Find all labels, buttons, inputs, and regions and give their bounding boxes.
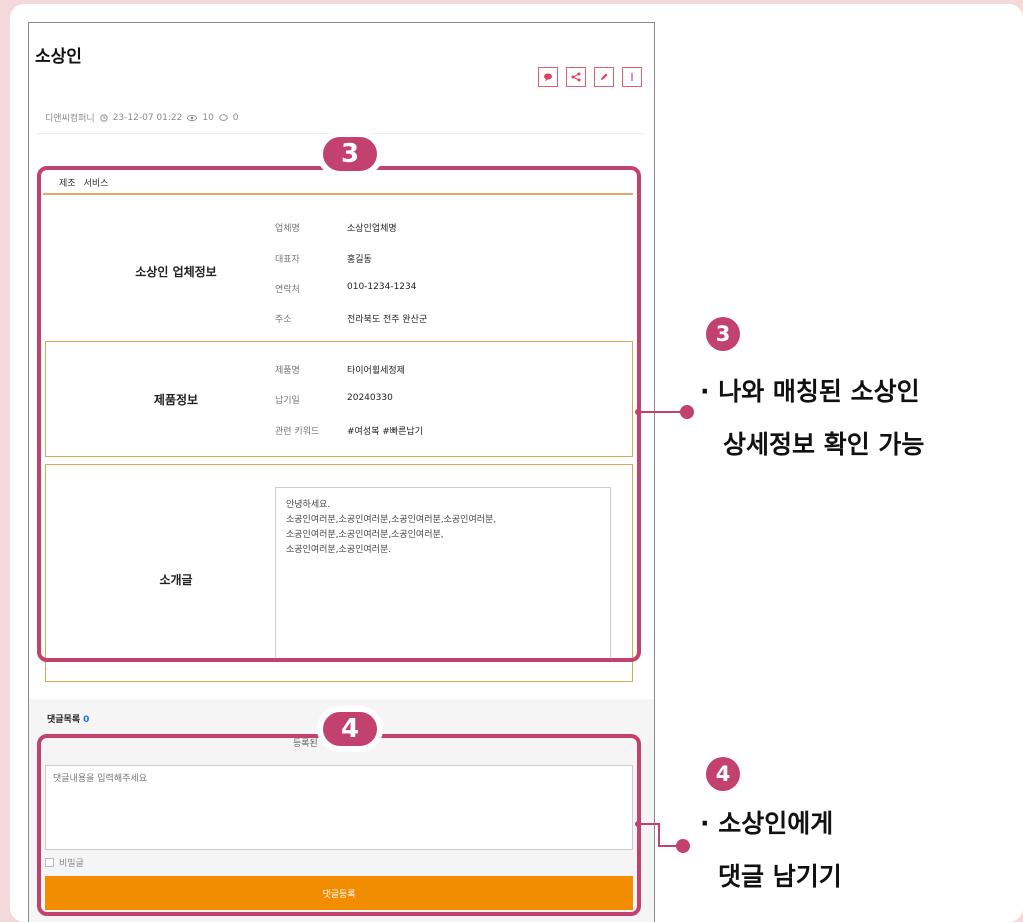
badge-4: 4: [317, 706, 383, 752]
comment-heading-label: 댓글목록: [47, 715, 81, 725]
more-button[interactable]: [622, 67, 642, 87]
note-number-4: 4: [706, 757, 740, 791]
author-name: 디앤씨컴퍼니: [45, 114, 95, 124]
note-4-line1: · 소상인에게: [700, 809, 834, 838]
eye-icon: [187, 114, 198, 121]
clock-icon: [100, 113, 108, 122]
edit-button[interactable]: [594, 67, 614, 87]
note-3-line1: · 나와 매칭된 소상인: [700, 377, 920, 406]
highlight-box-4: [37, 734, 641, 916]
post-datetime: 23-12-07 01:22: [112, 112, 183, 123]
comment-count-icon: [219, 113, 228, 121]
badge-3: 3: [317, 131, 383, 177]
view-count: 10: [202, 112, 214, 123]
post-toolbar: [538, 67, 642, 87]
post-meta: 디앤씨컴퍼니 23-12-07 01:22 10 0: [45, 111, 239, 125]
comment-icon: [544, 73, 552, 82]
note-number-3: 3: [706, 317, 740, 351]
connector-dot-3: [680, 405, 694, 419]
more-icon: [631, 73, 633, 81]
comment-list-heading: 댓글목록 0: [47, 712, 89, 725]
connector-dot-4: [676, 839, 690, 853]
share-icon: [571, 72, 581, 82]
note-3-line2: 상세정보 확인 가능: [723, 430, 925, 459]
highlight-box-3: [37, 166, 641, 662]
comment-count: 0: [83, 715, 90, 725]
comment-button[interactable]: [538, 67, 558, 87]
page-title: 소상인: [35, 47, 82, 67]
note-4-line2: 댓글 남기기: [718, 862, 842, 891]
comment-count-meta: 0: [232, 112, 239, 123]
edit-icon: [601, 73, 608, 80]
share-button[interactable]: [566, 67, 586, 87]
